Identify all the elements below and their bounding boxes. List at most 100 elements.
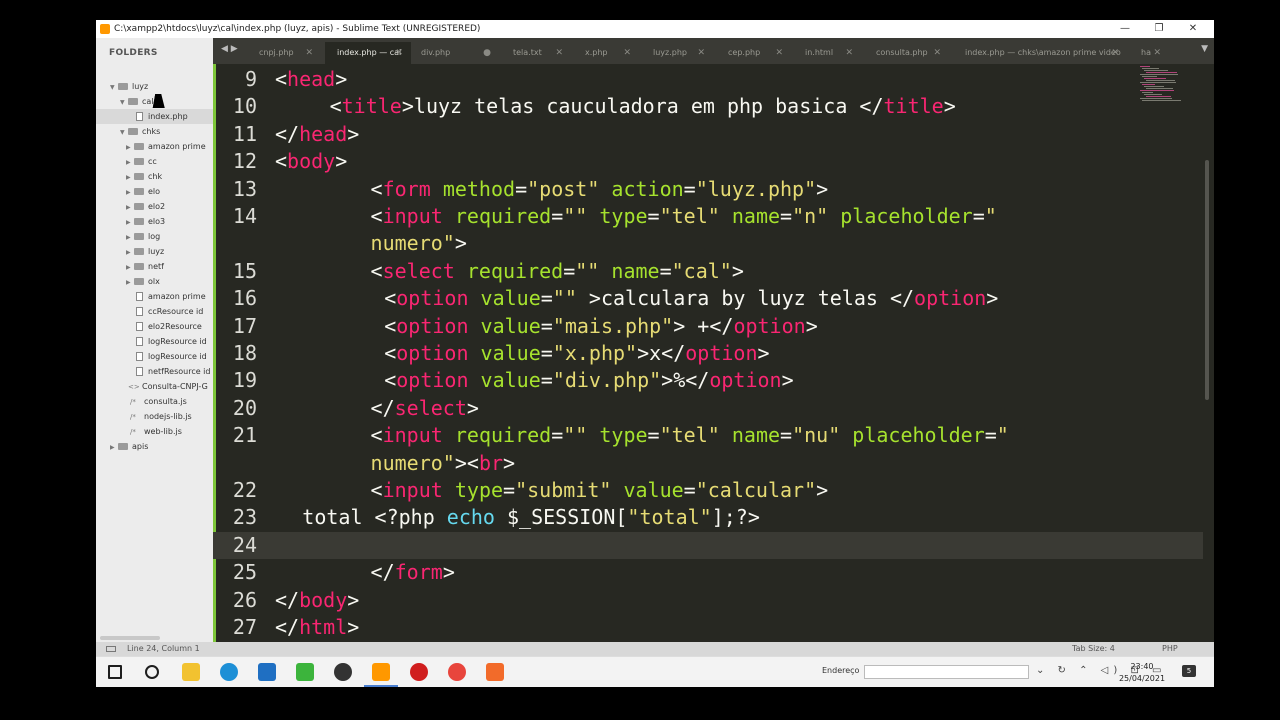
chevron-right-icon[interactable]: ▶ xyxy=(126,170,134,184)
code-line[interactable]: 23 total <?php echo $_SESSION["total"];?> xyxy=(213,504,1203,531)
vscode-icon[interactable] xyxy=(258,663,276,681)
chevron-right-icon[interactable]: ▶ xyxy=(126,200,134,214)
clock[interactable]: 23:40 25/04/2021 xyxy=(1114,661,1170,685)
tab-cnpj-php[interactable]: cnpj.php ✕ xyxy=(247,42,321,64)
tab-consulta-php[interactable]: consulta.php ✕ xyxy=(864,42,949,64)
code-line[interactable]: 12 <body> xyxy=(213,148,1203,175)
tab-index-php-cal[interactable]: index.php — cal ✕ xyxy=(325,42,411,64)
windows-start-icon[interactable] xyxy=(108,665,122,679)
chevron-right-icon[interactable]: ▶ xyxy=(126,185,134,199)
sidebar-item-nodejs-lib-js[interactable]: /* nodejs-lib.js xyxy=(96,409,213,424)
sidebar-item-logresource-id[interactable]: logResource id xyxy=(96,349,213,364)
code-line[interactable]: 14 <input required="" type="tel" name="n"… xyxy=(213,203,1203,230)
tab-x-php[interactable]: x.php ✕ xyxy=(573,42,639,64)
sidebar-item-amazon-prime[interactable]: amazon prime xyxy=(96,289,213,304)
minimap[interactable] xyxy=(1136,64,1200,104)
sidebar-item-cc[interactable]: ▶ cc xyxy=(96,154,213,169)
code-editor[interactable]: 9 <head> 10 <title>luyz telas cauculadora e… xyxy=(213,64,1203,642)
edge-icon[interactable] xyxy=(220,663,238,681)
tab-tela-txt[interactable]: tela.txt ✕ xyxy=(501,42,571,64)
tab-navigation-arrows-icon[interactable]: ◀ ▶ xyxy=(221,44,238,54)
code-line[interactable]: numero"><br> xyxy=(213,450,1203,477)
chrome-icon[interactable] xyxy=(448,663,466,681)
chevron-right-icon[interactable]: ▶ xyxy=(126,245,134,259)
xampp-icon[interactable] xyxy=(486,663,504,681)
tab-ha[interactable]: ha ✕ xyxy=(1129,42,1169,64)
tab-close-icon[interactable]: ✕ xyxy=(1153,42,1161,64)
chevron-right-icon[interactable]: ▶ xyxy=(126,275,134,289)
tab-close-icon[interactable]: ✕ xyxy=(1111,42,1119,64)
tab-close-icon[interactable]: ✕ xyxy=(697,42,705,64)
obs-icon[interactable] xyxy=(334,663,352,681)
search-icon[interactable] xyxy=(145,665,159,679)
syntax-mode[interactable]: PHP xyxy=(1162,642,1178,656)
code-line[interactable]: 10 <title>luyz telas cauculadora em php b… xyxy=(213,93,1203,120)
code-line[interactable]: 24 xyxy=(213,531,1203,559)
tab-close-icon[interactable]: ✕ xyxy=(933,42,941,64)
sidebar-item-log[interactable]: ▶ log xyxy=(96,229,213,244)
chevron-right-icon[interactable]: ▶ xyxy=(126,155,134,169)
sidebar-item-index-php[interactable]: index.php xyxy=(96,109,213,124)
tab-close-icon[interactable]: ✕ xyxy=(775,42,783,64)
sidebar-item-luyz[interactable]: ▼ luyz xyxy=(96,79,213,94)
code-line[interactable]: 27 </html> xyxy=(213,614,1203,641)
sidebar-item-luyz[interactable]: ▶ luyz xyxy=(96,244,213,259)
tab-close-icon[interactable]: ✕ xyxy=(845,42,853,64)
tab-index-php-chks-amazon-prime-video[interactable]: index.php — chks\amazon prime video ✕ xyxy=(953,42,1127,64)
tab-div-php[interactable]: div.php ● xyxy=(409,42,499,64)
git-icon[interactable] xyxy=(296,663,314,681)
code-line[interactable]: 18 <option value="x.php">x</option> xyxy=(213,340,1203,367)
sidebar-item-elo2resource[interactable]: elo2Resource xyxy=(96,319,213,334)
maximize-icon[interactable]: ❐ xyxy=(1142,20,1176,38)
code-line[interactable]: 25 </form> xyxy=(213,559,1203,586)
sidebar-item-elo2[interactable]: ▶ elo2 xyxy=(96,199,213,214)
file-explorer-icon[interactable] xyxy=(182,663,200,681)
sidebar-item-chks[interactable]: ▼ chks xyxy=(96,124,213,139)
chevron-right-icon[interactable]: ▶ xyxy=(126,140,134,154)
tab-luyz-php[interactable]: luyz.php ✕ xyxy=(641,42,713,64)
tab-close-icon[interactable]: ✕ xyxy=(555,42,563,64)
code-line[interactable]: 20 </select> xyxy=(213,395,1203,422)
sidebar-item-consulta-cnpj-g[interactable]: <> Consulta-CNPJ-G xyxy=(96,379,213,394)
code-line[interactable]: 26 </body> xyxy=(213,587,1203,614)
unsaved-dot-icon[interactable]: ● xyxy=(483,42,491,64)
code-line[interactable]: 13 <form method="post" action="luyz.php"> xyxy=(213,176,1203,203)
chevron-right-icon[interactable]: ▶ xyxy=(126,215,134,229)
sidebar-item-chk[interactable]: ▶ chk xyxy=(96,169,213,184)
tab-close-icon[interactable]: ✕ xyxy=(395,42,403,64)
sidebar-scrollbar[interactable] xyxy=(100,636,160,640)
tab-close-icon[interactable]: ✕ xyxy=(305,42,313,64)
sidebar-item-elo3[interactable]: ▶ elo3 xyxy=(96,214,213,229)
chevron-right-icon[interactable]: ▶ xyxy=(126,260,134,274)
code-line[interactable]: 22 <input type="submit" value="calcular"> xyxy=(213,477,1203,504)
sublime-text-icon[interactable] xyxy=(372,663,390,681)
sidebar-item-ccresource-id[interactable]: ccResource id xyxy=(96,304,213,319)
code-line[interactable]: 19 <option value="div.php">%</option> xyxy=(213,367,1203,394)
code-line[interactable]: numero"> xyxy=(213,230,1203,257)
editor-scrollbar[interactable] xyxy=(1205,160,1209,400)
sidebar-item-apis[interactable]: ▶ apis xyxy=(96,439,213,454)
sidebar-item-netfresource-id[interactable]: netfResource id xyxy=(96,364,213,379)
code-line[interactable]: 21 <input required="" type="tel" name="nu… xyxy=(213,422,1203,449)
tab-close-icon[interactable]: ✕ xyxy=(623,42,631,64)
sidebar-item-consulta-js[interactable]: /* consulta.js xyxy=(96,394,213,409)
close-icon[interactable]: ✕ xyxy=(1176,20,1210,38)
media-player-icon[interactable] xyxy=(410,663,428,681)
sidebar-item-web-lib-js[interactable]: /* web-lib.js xyxy=(96,424,213,439)
chevron-down-icon[interactable]: ▼ xyxy=(120,95,128,109)
code-line[interactable]: 16 <option value="" >calculara by luyz te… xyxy=(213,285,1203,312)
sidebar-item-elo[interactable]: ▶ elo xyxy=(96,184,213,199)
notification-center-icon[interactable]: 5 xyxy=(1182,665,1196,677)
sidebar-item-amazon-prime[interactable]: ▶ amazon prime xyxy=(96,139,213,154)
code-line[interactable]: 9 <head> xyxy=(213,66,1203,93)
sidebar-item-logresource-id[interactable]: logResource id xyxy=(96,334,213,349)
address-input[interactable] xyxy=(864,665,1029,679)
tab-list-dropdown-icon[interactable]: ▼ xyxy=(1201,44,1208,54)
minimize-icon[interactable]: — xyxy=(1108,20,1142,38)
chevron-right-icon[interactable]: ▶ xyxy=(110,440,118,454)
code-line[interactable]: 17 <option value="mais.php"> +</option> xyxy=(213,313,1203,340)
chevron-down-icon[interactable]: ▼ xyxy=(120,125,128,139)
chevron-down-icon[interactable]: ▼ xyxy=(110,80,118,94)
code-line[interactable]: 15 <select required="" name="cal"> xyxy=(213,258,1203,285)
tab-size[interactable]: Tab Size: 4 xyxy=(1072,642,1115,656)
